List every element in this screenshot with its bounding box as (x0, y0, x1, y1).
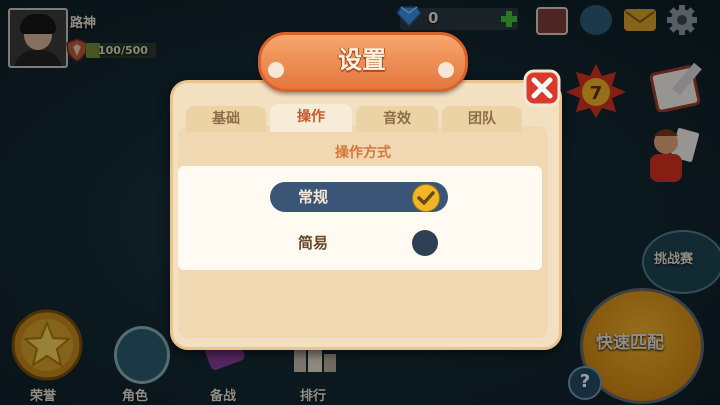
mail-icon[interactable] (624, 9, 656, 31)
tab-controls[interactable]: 操作 (270, 104, 352, 132)
nav-role-label: 角色 (122, 389, 149, 404)
character-role-icon[interactable] (114, 326, 170, 384)
dialog-title: 设置 (338, 46, 386, 74)
nav-honor-label: 荣誉 (30, 389, 57, 404)
tab-basic[interactable]: 基础 (186, 106, 266, 132)
tab-audio[interactable]: 音效 (356, 106, 438, 132)
exp-text: 100/500 (98, 44, 148, 57)
event-badge-icon[interactable]: 7 (562, 62, 630, 118)
game-screen: 路神 100/500 0 7 挑战赛 快速匹配 ? 荣誉 角色 备战 排行 基础… (0, 0, 720, 405)
event-number: 7 (590, 83, 603, 104)
honor-star-icon[interactable] (6, 305, 88, 389)
gear-icon[interactable] (666, 4, 698, 36)
tab-team[interactable]: 团队 (442, 106, 522, 132)
option-simple-label[interactable]: 简易 (298, 228, 328, 258)
gem-count: 0 (428, 9, 439, 27)
shield-icon (66, 38, 88, 62)
checkmark-radio-icon[interactable] (412, 184, 440, 212)
treasure-chest-icon[interactable] (536, 7, 568, 35)
card-dealer-icon[interactable] (640, 122, 702, 188)
challenge-label: 挑战赛 (654, 252, 694, 267)
close-icon[interactable] (522, 68, 562, 108)
option-normal-label: 常规 (298, 188, 329, 206)
radio-unselected-icon[interactable] (412, 230, 438, 256)
character-icon[interactable] (580, 5, 612, 35)
nav-battle-label: 备战 (210, 389, 237, 404)
checkmark-icon (417, 191, 435, 205)
diamond-icon (396, 6, 422, 28)
calendar-icon[interactable] (648, 58, 706, 112)
help-button[interactable]: ? (568, 366, 602, 400)
quick-match-label: 快速匹配 (596, 333, 664, 353)
section-title: 操作方式 (335, 145, 391, 161)
nav-rank-label: 排行 (300, 389, 327, 404)
add-gem-icon[interactable] (500, 10, 518, 28)
player-name: 路神 (70, 16, 97, 31)
player-avatar[interactable] (8, 8, 68, 68)
